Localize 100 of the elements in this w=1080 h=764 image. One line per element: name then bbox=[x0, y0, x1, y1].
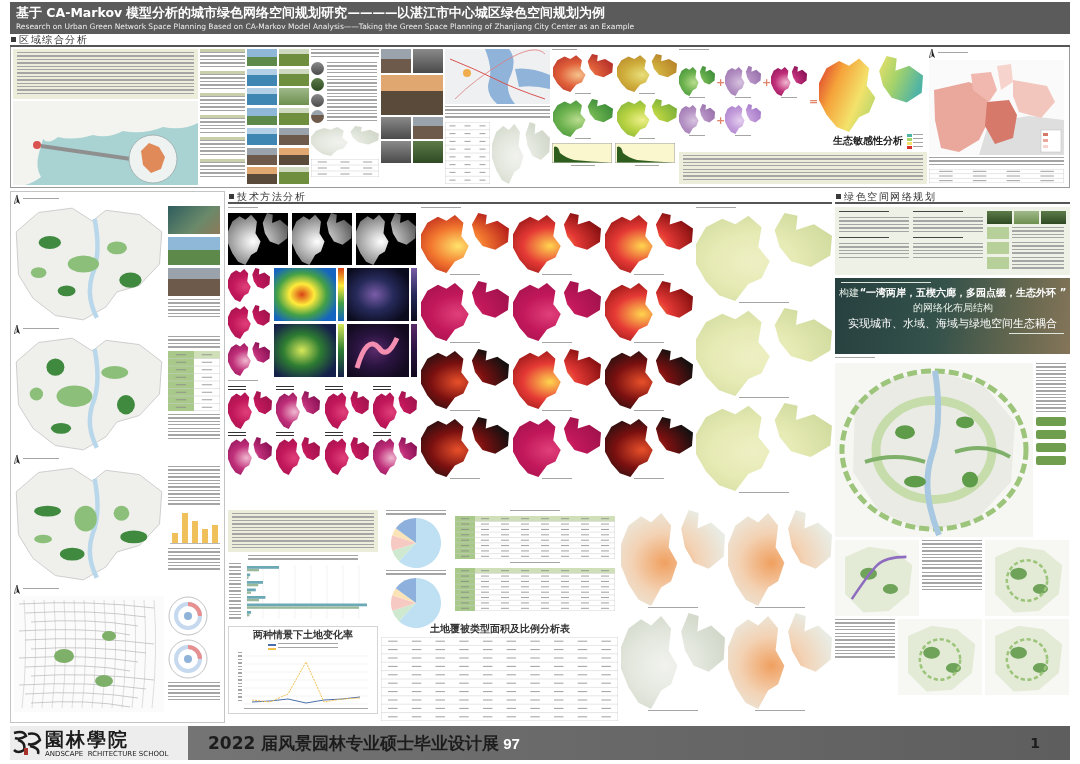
illegible-text-drawing bbox=[552, 49, 577, 52]
operator-sign: + bbox=[762, 77, 770, 89]
section-heading: 技术方法分析 bbox=[237, 191, 306, 202]
illegible-text-drawing bbox=[324, 432, 343, 436]
photo-placeholder bbox=[247, 127, 277, 145]
section-heading: 绿色空间网络规划 bbox=[844, 191, 936, 202]
photo-placeholder bbox=[381, 117, 411, 139]
illegible-text-drawing bbox=[922, 572, 982, 592]
photo-placeholder bbox=[279, 68, 309, 86]
photo-placeholder bbox=[247, 68, 277, 86]
banner-text: 构建 bbox=[838, 287, 859, 299]
illegible-text-drawing bbox=[1036, 363, 1066, 413]
map-caption: 生态敏感性分析 bbox=[833, 135, 903, 147]
photo-placeholder bbox=[247, 147, 277, 165]
illegible-text-drawing bbox=[510, 562, 560, 565]
section-heading: 区域综合分析 bbox=[19, 34, 88, 45]
label-tag-drawing bbox=[987, 227, 1009, 239]
illegible-text-drawing bbox=[1012, 257, 1064, 269]
logo-text: 園林學院 bbox=[45, 727, 129, 750]
illegible-text-drawing bbox=[276, 386, 295, 390]
map-drawing bbox=[311, 126, 379, 156]
illegible-text-drawing bbox=[739, 397, 789, 400]
square-bullet-icon bbox=[229, 194, 234, 199]
operator-sign: + bbox=[716, 115, 724, 127]
raster-map-drawing bbox=[356, 213, 416, 265]
map-drawing bbox=[228, 391, 272, 429]
exhibition-title: 2022 届风景园林专业硕士毕业设计展 bbox=[208, 731, 500, 755]
illegible-text-drawing bbox=[421, 207, 461, 210]
map-drawing bbox=[771, 66, 807, 96]
photo-placeholder bbox=[279, 49, 309, 66]
illegible-text-drawing bbox=[781, 97, 797, 100]
square-bullet-icon bbox=[11, 37, 16, 42]
map-drawing bbox=[552, 54, 613, 92]
raster-map-drawing bbox=[228, 213, 288, 265]
table-title: 土地覆被类型面积及比例分析表 bbox=[429, 623, 570, 635]
illegible-text-drawing bbox=[200, 49, 245, 69]
operator-sign: + bbox=[716, 77, 724, 89]
illegible-text-drawing bbox=[510, 510, 560, 513]
photo-placeholder bbox=[311, 62, 324, 75]
illegible-text-drawing bbox=[386, 570, 446, 576]
illegible-text-drawing bbox=[327, 62, 377, 122]
raster-map-drawing bbox=[274, 324, 344, 377]
photo-placeholder bbox=[247, 108, 277, 126]
legend-tag-drawing bbox=[1036, 430, 1066, 439]
photo-placeholder bbox=[168, 206, 220, 234]
slogan-text: “一湾两岸，五楔六廊，多园点缀，生态外环 ” bbox=[859, 287, 1067, 299]
map-drawing bbox=[276, 437, 321, 475]
illegible-text-drawing bbox=[200, 71, 245, 91]
illegible-text-drawing bbox=[634, 165, 659, 168]
illegible-text-drawing bbox=[638, 138, 655, 141]
photo-placeholder bbox=[247, 167, 277, 185]
photo-placeholder bbox=[1041, 211, 1066, 224]
map-drawing bbox=[228, 268, 270, 302]
illegible-text-drawing bbox=[739, 302, 789, 305]
north-arrow-icon bbox=[14, 325, 20, 334]
illegible-text-drawing bbox=[755, 607, 805, 610]
illegible-text-drawing bbox=[23, 458, 59, 461]
illegible-text-drawing bbox=[679, 49, 709, 52]
illegible-text-drawing bbox=[168, 336, 220, 348]
illegible-text-drawing bbox=[228, 432, 246, 436]
raster-map-drawing bbox=[274, 268, 344, 321]
table-drawing bbox=[445, 122, 490, 184]
map-drawing bbox=[276, 391, 321, 429]
photo-placeholder bbox=[247, 49, 277, 66]
illegible-text-drawing bbox=[735, 135, 751, 138]
illegible-text-drawing bbox=[372, 386, 391, 390]
photo-placeholder bbox=[168, 237, 220, 265]
photo-placeholder bbox=[381, 49, 411, 73]
chart-bar bbox=[182, 513, 188, 543]
chart-bar bbox=[212, 525, 218, 543]
chart-bar bbox=[172, 533, 178, 543]
raster-map-drawing bbox=[292, 213, 352, 265]
map-drawing bbox=[679, 104, 715, 134]
photo-placeholder bbox=[279, 108, 309, 126]
illegible-text-drawing bbox=[735, 97, 751, 100]
illegible-text-drawing bbox=[372, 432, 391, 436]
illegible-text-drawing bbox=[450, 478, 480, 481]
north-arrow-icon bbox=[14, 585, 20, 594]
exhibition-number: 97 bbox=[503, 734, 520, 752]
illegible-text-drawing bbox=[835, 619, 895, 659]
illegible-text-drawing bbox=[689, 135, 705, 138]
photo-placeholder bbox=[311, 94, 324, 107]
illegible-text-drawing bbox=[23, 588, 59, 591]
chart-title: 两种情景下土地变化率 bbox=[253, 629, 353, 641]
illegible-text-drawing bbox=[689, 97, 705, 100]
map-drawing bbox=[725, 104, 761, 134]
circle-diagram-drawing bbox=[168, 639, 208, 679]
illegible-text-drawing bbox=[311, 49, 379, 59]
illegible-text-drawing bbox=[835, 357, 875, 360]
illegible-text-drawing bbox=[938, 52, 968, 55]
illegible-text-drawing bbox=[542, 342, 572, 345]
label-tag-drawing bbox=[987, 242, 1009, 254]
illegible-text-drawing bbox=[228, 386, 246, 390]
label-tag-drawing bbox=[987, 257, 1009, 269]
map-drawing bbox=[679, 66, 715, 96]
goal-text: 实现城市、水域、海域与绿地空间生态耦合 bbox=[848, 317, 1057, 330]
photo-placeholder bbox=[279, 147, 309, 165]
illegible-text-drawing bbox=[200, 137, 245, 157]
illegible-text-drawing bbox=[542, 274, 572, 277]
map-drawing bbox=[372, 391, 417, 429]
